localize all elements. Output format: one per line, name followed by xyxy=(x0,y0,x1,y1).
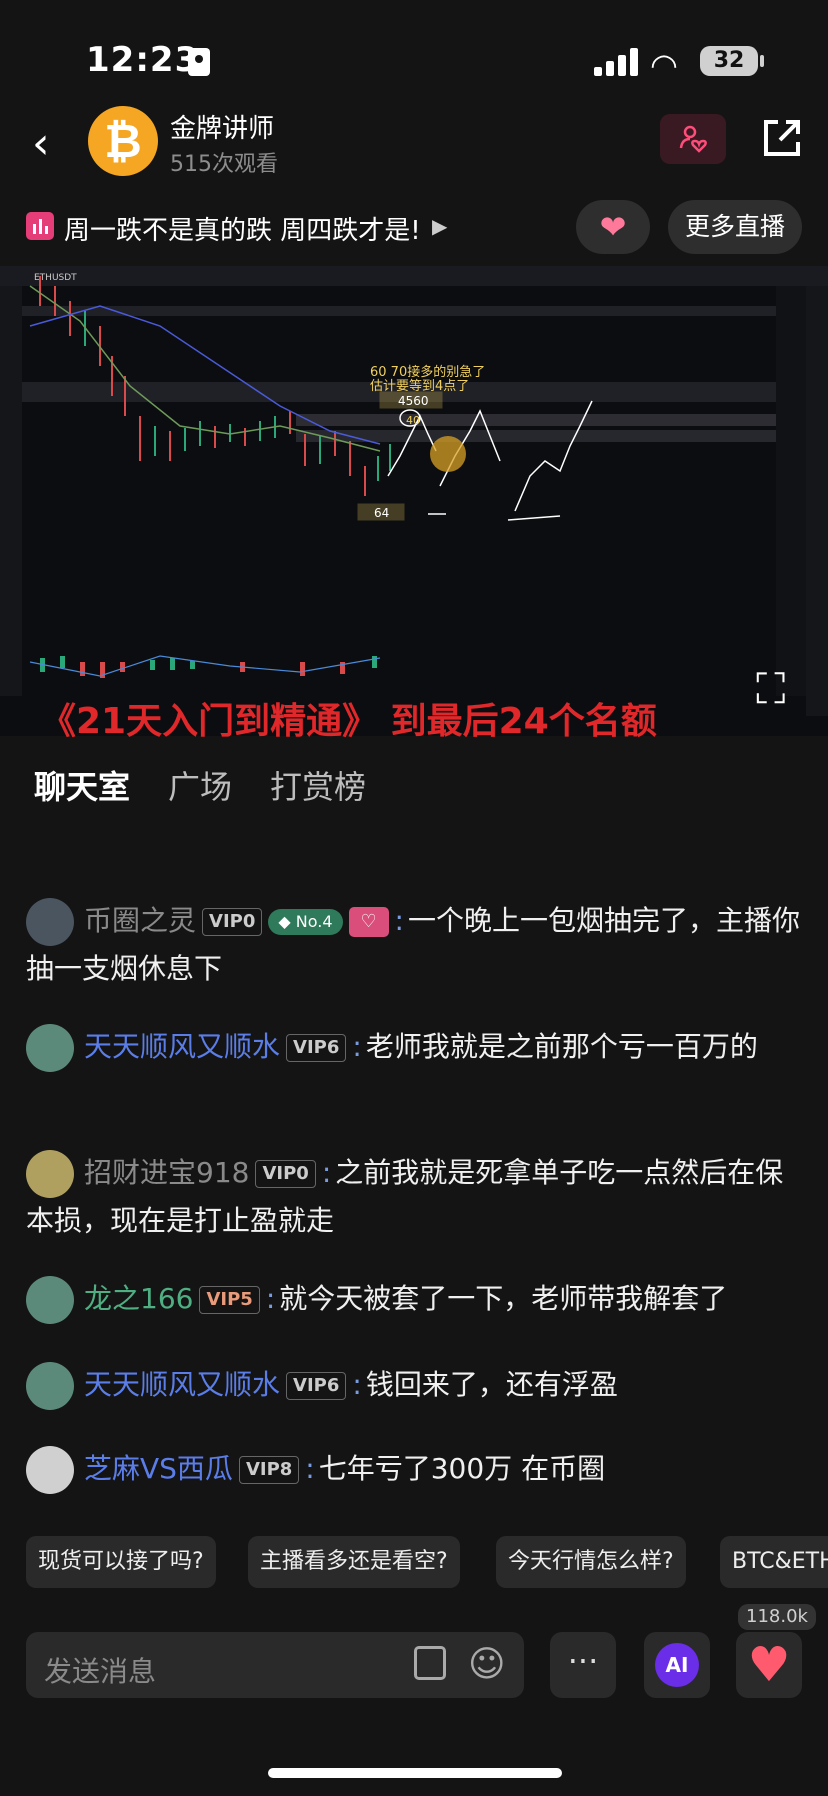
chart-annotation-line1: 60 70接多的别急了 xyxy=(370,364,485,380)
gift-box-icon[interactable] xyxy=(414,1646,446,1680)
status-time: 12:23 xyxy=(86,40,200,80)
vip-badge: VIP8 xyxy=(238,1456,300,1484)
chart-label-64: 64 xyxy=(374,506,389,520)
chat-message[interactable]: 天天顺风又顺水 VIP6: 钱回来了，还有浮盈 xyxy=(26,1362,806,1410)
battery-indicator: 32 xyxy=(700,46,758,76)
fullscreen-button[interactable]: ⛶ xyxy=(756,664,785,714)
chart-label-4560: 4560 xyxy=(398,394,429,408)
message-text: 七年亏了300万 在币圈 xyxy=(318,1452,606,1485)
user-avatar[interactable] xyxy=(26,1276,74,1324)
emoji-icon[interactable]: ☺ xyxy=(468,1644,506,1685)
vip-badge: VIP5 xyxy=(199,1286,260,1314)
separator-colon: : xyxy=(394,904,404,937)
separator-colon: : xyxy=(265,1282,276,1315)
vip-badge: VIP0 xyxy=(255,1160,316,1188)
share-icon xyxy=(764,120,800,156)
quick-question-chip[interactable]: 现货可以接了吗? xyxy=(26,1536,216,1588)
ai-assistant-button[interactable]: AI xyxy=(644,1632,710,1698)
promo-text: 《21天入门到精通》 到最后24个名额 xyxy=(40,701,657,742)
rank-badge: ◆ No.4 xyxy=(268,909,343,935)
lock-icon xyxy=(188,48,210,76)
separator-colon: : xyxy=(305,1452,315,1485)
back-button[interactable]: ‹ xyxy=(32,118,50,169)
live-video-chart[interactable]: ETHUSDT 60 70接多的别急了 估计要等到4点了 4560 40 64 … xyxy=(0,266,828,736)
message-text: 就今天被套了一下，老师带我解套了 xyxy=(279,1282,728,1315)
view-count: 515次观看 xyxy=(170,152,278,177)
quick-question-chip[interactable]: BTC&ETH xyxy=(720,1536,828,1588)
message-placeholder[interactable]: 发送消息 xyxy=(44,1650,156,1690)
user-avatar[interactable] xyxy=(26,1150,74,1198)
follow-heart-icon xyxy=(679,125,707,153)
chat-message[interactable]: 龙之166 VIP5: 就今天被套了一下，老师带我解套了 xyxy=(26,1276,806,1324)
username[interactable]: 招财进宝918 xyxy=(84,1156,249,1189)
like-heart-button[interactable]: ♥ xyxy=(736,1632,802,1698)
rank-label: No.4 xyxy=(295,912,333,931)
user-avatar[interactable] xyxy=(26,1362,74,1410)
separator-colon: : xyxy=(352,1030,362,1063)
signal-icon xyxy=(594,48,638,76)
quick-question-chip[interactable]: 今天行情怎么样? xyxy=(496,1536,686,1588)
message-text: 老师我就是之前那个亏一百万的 xyxy=(365,1030,758,1063)
user-avatar[interactable] xyxy=(26,1446,74,1494)
username[interactable]: 币圈之灵 xyxy=(84,904,196,937)
trading-chart: ETHUSDT 60 70接多的别急了 估计要等到4点了 4560 40 64 xyxy=(0,266,828,736)
more-options-button[interactable]: ··· xyxy=(550,1632,616,1698)
chat-message[interactable]: 芝麻VS西瓜 VIP8: 七年亏了300万 在币圈 xyxy=(26,1446,806,1494)
username[interactable]: 龙之166 xyxy=(84,1282,193,1315)
vip-badge: VIP6 xyxy=(286,1034,347,1062)
user-avatar[interactable] xyxy=(26,1024,74,1072)
vip-badge: VIP6 xyxy=(286,1372,347,1400)
play-icon[interactable]: ▶ xyxy=(432,214,447,238)
separator-colon: : xyxy=(352,1368,362,1401)
quick-question-chip[interactable]: 主播看多还是看空? xyxy=(248,1536,460,1588)
wifi-icon: ◠ xyxy=(650,46,678,84)
follow-button[interactable] xyxy=(660,114,726,164)
separator-colon: : xyxy=(321,1156,332,1189)
chat-message[interactable]: 天天顺风又顺水 VIP6: 老师我就是之前那个亏一百万的 xyxy=(26,1024,806,1072)
chart-label-40: 40 xyxy=(406,414,420,427)
tab-chatroom[interactable]: 聊天室 xyxy=(34,762,130,808)
like-count: 118.0k xyxy=(738,1604,816,1630)
username[interactable]: 芝麻VS西瓜 xyxy=(84,1452,233,1485)
host-avatar[interactable]: ₿ xyxy=(88,106,158,176)
ai-label: AI xyxy=(655,1643,699,1687)
username[interactable]: 天天顺风又顺水 xyxy=(84,1030,280,1063)
live-title[interactable]: 周一跌不是真的跌 周四跌才是! xyxy=(64,210,421,247)
more-live-button[interactable]: 更多直播 xyxy=(668,200,802,254)
fan-badge-icon: ♡ xyxy=(348,907,389,937)
vip-badge: VIP0 xyxy=(202,908,263,936)
tab-plaza[interactable]: 广场 xyxy=(168,762,232,808)
heart-hands-button[interactable]: ❤ xyxy=(576,200,650,254)
user-avatar[interactable] xyxy=(26,898,74,946)
username[interactable]: 天天顺风又顺水 xyxy=(84,1368,280,1401)
home-indicator xyxy=(268,1768,562,1778)
host-name[interactable]: 金牌讲师 xyxy=(170,108,274,145)
share-button[interactable] xyxy=(760,116,804,160)
message-text: 钱回来了，还有浮盈 xyxy=(365,1368,618,1401)
chat-message[interactable]: 币圈之灵 VIP0 ◆ No.4 ♡: 一个晚上一包烟抽完了，主播你抽一支烟休息下 xyxy=(26,898,806,992)
chart-bars-icon xyxy=(26,212,54,240)
battery-tip xyxy=(760,55,764,67)
chat-message[interactable]: 招财进宝918 VIP0: 之前我就是死拿单子吃一点然后在保本损，现在是打止盈就走 xyxy=(26,1150,806,1244)
tab-tip-ranking[interactable]: 打赏榜 xyxy=(270,762,366,808)
